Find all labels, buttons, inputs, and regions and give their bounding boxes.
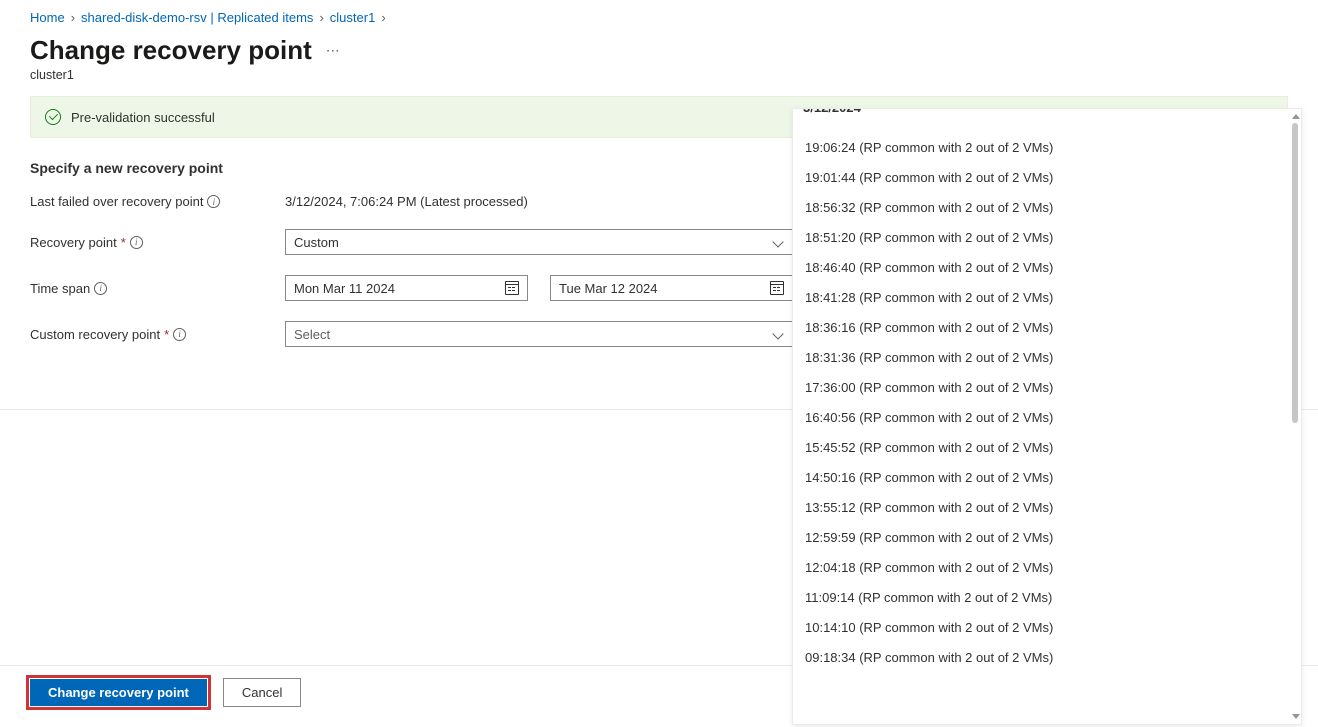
breadcrumb-rsv[interactable]: shared-disk-demo-rsv | Replicated items <box>81 10 313 25</box>
chevron-right-icon: › <box>381 10 385 25</box>
dropdown-item[interactable]: 18:56:32 (RP common with 2 out of 2 VMs) <box>793 192 1285 222</box>
chevron-down-icon <box>772 236 784 248</box>
info-icon[interactable]: i <box>130 236 143 249</box>
required-asterisk: * <box>121 235 126 250</box>
dropdown-item[interactable]: 11:09:14 (RP common with 2 out of 2 VMs) <box>793 582 1285 612</box>
check-circle-icon <box>45 109 61 125</box>
chevron-right-icon: › <box>71 10 75 25</box>
dropdown-item[interactable]: 18:51:20 (RP common with 2 out of 2 VMs) <box>793 222 1285 252</box>
dropdown-date-header: 3/12/2024 <box>803 109 1285 115</box>
calendar-icon <box>770 281 784 295</box>
dropdown-item[interactable]: 12:04:18 (RP common with 2 out of 2 VMs) <box>793 552 1285 582</box>
dropdown-item[interactable]: 19:06:24 (RP common with 2 out of 2 VMs) <box>793 132 1285 162</box>
custom-rp-select[interactable]: Select <box>285 321 793 347</box>
label-custom-rp: Custom recovery point <box>30 327 160 342</box>
dropdown-item[interactable]: 15:45:52 (RP common with 2 out of 2 VMs) <box>793 432 1285 462</box>
custom-rp-dropdown-panel: 3/12/2024 19:06:24 (RP common with 2 out… <box>792 108 1302 725</box>
info-icon[interactable]: i <box>94 282 107 295</box>
chevron-down-icon <box>772 328 784 340</box>
time-from-input[interactable]: Mon Mar 11 2024 <box>285 275 528 301</box>
scrollbar-thumb[interactable] <box>1292 123 1298 423</box>
dropdown-item[interactable]: 14:50:16 (RP common with 2 out of 2 VMs) <box>793 462 1285 492</box>
label-recovery-point: Recovery point <box>30 235 117 250</box>
time-to-value: Tue Mar 12 2024 <box>559 281 658 296</box>
recovery-point-value: Custom <box>294 235 339 250</box>
cancel-button[interactable]: Cancel <box>223 678 301 707</box>
time-from-value: Mon Mar 11 2024 <box>294 281 395 296</box>
page-title: Change recovery point <box>30 35 312 66</box>
dropdown-item[interactable]: 13:55:12 (RP common with 2 out of 2 VMs) <box>793 492 1285 522</box>
info-icon[interactable]: i <box>173 328 186 341</box>
value-last-failed: 3/12/2024, 7:06:24 PM (Latest processed) <box>285 194 528 209</box>
page-subtitle: cluster1 <box>0 66 1318 96</box>
dropdown-item[interactable]: 19:01:44 (RP common with 2 out of 2 VMs) <box>793 162 1285 192</box>
change-recovery-point-button[interactable]: Change recovery point <box>30 679 207 706</box>
dropdown-item[interactable]: 18:36:16 (RP common with 2 out of 2 VMs) <box>793 312 1285 342</box>
dropdown-item[interactable]: 17:36:00 (RP common with 2 out of 2 VMs) <box>793 372 1285 402</box>
custom-rp-dropdown-list[interactable]: 3/12/2024 19:06:24 (RP common with 2 out… <box>793 109 1285 724</box>
calendar-icon <box>505 281 519 295</box>
dropdown-item[interactable]: 12:59:59 (RP common with 2 out of 2 VMs) <box>793 522 1285 552</box>
dropdown-item[interactable]: 18:41:28 (RP common with 2 out of 2 VMs) <box>793 282 1285 312</box>
more-actions-button[interactable]: ⋯ <box>326 42 341 59</box>
info-icon[interactable]: i <box>207 195 220 208</box>
dropdown-item[interactable]: 18:31:36 (RP common with 2 out of 2 VMs) <box>793 342 1285 372</box>
label-time-span: Time span <box>30 281 90 296</box>
required-asterisk: * <box>164 327 169 342</box>
custom-rp-placeholder: Select <box>294 327 330 342</box>
banner-text: Pre-validation successful <box>71 110 215 125</box>
chevron-right-icon: › <box>319 10 323 25</box>
dropdown-item[interactable]: 18:46:40 (RP common with 2 out of 2 VMs) <box>793 252 1285 282</box>
scroll-down-icon[interactable] <box>1290 712 1300 722</box>
recovery-point-select[interactable]: Custom <box>285 229 793 255</box>
dropdown-item[interactable]: 09:18:34 (RP common with 2 out of 2 VMs) <box>793 642 1285 672</box>
breadcrumb-cluster[interactable]: cluster1 <box>330 10 376 25</box>
dropdown-item[interactable]: 10:14:10 (RP common with 2 out of 2 VMs) <box>793 612 1285 642</box>
time-to-input[interactable]: Tue Mar 12 2024 <box>550 275 793 301</box>
breadcrumb: Home › shared-disk-demo-rsv | Replicated… <box>0 0 1318 31</box>
dropdown-item[interactable]: 16:40:56 (RP common with 2 out of 2 VMs) <box>793 402 1285 432</box>
breadcrumb-home[interactable]: Home <box>30 10 65 25</box>
label-last-failed: Last failed over recovery point <box>30 194 203 209</box>
